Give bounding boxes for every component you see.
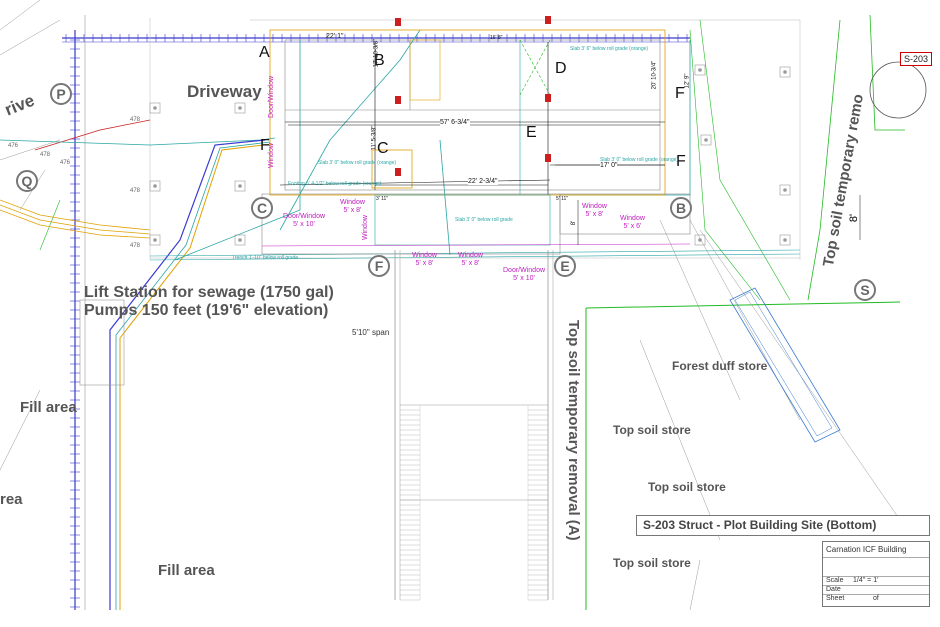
opening-label: Door/Window 5' x 10': [283, 213, 326, 228]
dimension-label: 8': [571, 220, 578, 226]
grid-bubble-f: F: [368, 255, 390, 277]
trench-note: Trench 1'-10" below roll grade: [232, 255, 299, 261]
opening-label: Window 5' x 8': [340, 199, 365, 214]
grid-letter-e: E: [526, 124, 537, 141]
top-soil-store-label: Top soil store: [613, 556, 691, 570]
dimension-label: 17' 10-3/8": [373, 38, 380, 68]
area-partial-label: rea: [0, 491, 23, 508]
elevation-label: 478: [40, 152, 51, 158]
slab-note: Slab 3' 0" below roll grade: [455, 217, 513, 223]
scale-value: 1/4" = 1': [853, 577, 879, 584]
sheet-label: Sheet: [826, 595, 845, 602]
sheet-row: Sheet of: [823, 594, 929, 602]
grid-bubble-q: Q: [16, 170, 38, 192]
scale-label: Scale: [826, 577, 844, 584]
forest-duff-store-label: Forest duff store: [672, 359, 768, 373]
opening-label: Door/Window 5' x 10': [503, 267, 546, 282]
dimension-label: 12' 9": [684, 73, 691, 89]
grid-bubble-s: S: [854, 279, 876, 301]
opening-label: Window 5' x 8': [458, 252, 483, 267]
sheet-reference-tag: S-203: [900, 52, 933, 66]
opening-label: Window: [362, 215, 369, 240]
vertical-opening-label: Door/Window: [268, 75, 275, 118]
date-row: Date: [823, 585, 929, 593]
grid-bubble-b: B: [670, 197, 692, 219]
slab-note: Slab 3' 0" below roll grade (orange): [318, 160, 397, 166]
dimension-label: 11' 5-3/8": [371, 125, 378, 151]
elevation-label: 478: [130, 117, 141, 123]
footing-note: Footing 5' 4-1/2" below roll grade (oran…: [288, 181, 382, 187]
pump-label: Pumps 150 feet (19'6" elevation): [84, 302, 329, 319]
elevation-label: 476: [60, 160, 71, 166]
dimension-label: 17' 0": [600, 162, 618, 169]
date-label: Date: [826, 586, 841, 593]
vertical-opening-label: Window: [268, 143, 275, 168]
dimension-label: 57' 6-3/4": [440, 119, 470, 126]
project-name: Carnation ICF Building: [826, 545, 907, 554]
span-label: 5'10" span: [352, 328, 390, 337]
grid-letter-d: D: [555, 60, 567, 77]
sheet-title: S-203 Struct - Plot Building Site (Botto…: [636, 515, 930, 536]
top-soil-removal-label-center: Top soil temporary removal (A): [565, 320, 582, 541]
site-plan-canvas: Driveway rive Lift Station for sewage (1…: [0, 0, 940, 627]
grid-bubble-c: C: [251, 197, 273, 219]
elevation-label: 478: [130, 188, 141, 194]
grid-letter-a: A: [259, 44, 270, 61]
dimension-label: 20' 10-3/4": [651, 60, 658, 90]
opening-label: Window 5' x 8': [412, 252, 437, 267]
dimension-label: 22' 1": [326, 33, 344, 40]
elevation-label: 476: [8, 143, 19, 149]
grid-bubble-e: E: [554, 255, 576, 277]
grid-bubble-p: P: [50, 83, 72, 105]
elevation-label: 478: [130, 243, 141, 249]
sheet-of-label: of: [873, 595, 879, 602]
slab-note: Slab 3' 0" below roll grade (orange): [600, 157, 679, 163]
title-block-divider: [823, 557, 929, 576]
dimension-label: 22' 2-3/4": [468, 178, 498, 185]
opening-label: Window 5' x 6': [620, 215, 645, 230]
lift-station-label: Lift Station for sewage (1750 gal): [84, 284, 334, 301]
dimension-label: 16' 8": [490, 35, 503, 41]
grid-letter-c: C: [377, 140, 389, 157]
dimension-label: 5' 11": [556, 196, 569, 202]
fill-area-label: Fill area: [20, 399, 77, 416]
driveway-label: Driveway: [187, 82, 262, 101]
top-soil-store-label: Top soil store: [648, 480, 726, 494]
scale-row: Scale 1/4" = 1': [823, 576, 929, 584]
fill-area-label: Fill area: [158, 562, 215, 579]
grid-letter-f: F: [675, 85, 685, 102]
scale-bar-label: 8': [848, 213, 861, 223]
slab-note: Slab 3' 6" below roll grade (orange): [570, 46, 649, 52]
top-soil-store-label: Top soil store: [613, 423, 691, 437]
title-block: Carnation ICF Building Scale 1/4" = 1' D…: [822, 541, 930, 607]
dimension-label: 3' 11": [376, 196, 389, 202]
opening-label: Window 5' x 8': [582, 203, 607, 218]
